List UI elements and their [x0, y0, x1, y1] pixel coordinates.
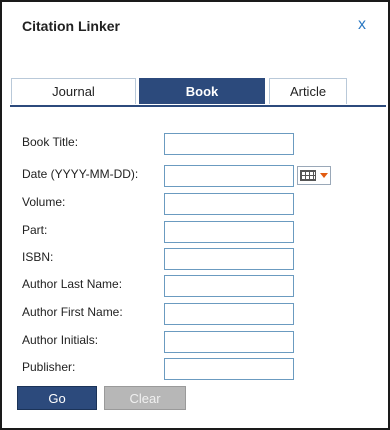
author-first-name-label: Author First Name:: [22, 305, 123, 319]
part-input[interactable]: [164, 221, 294, 243]
calendar-icon: [300, 170, 316, 181]
publisher-label: Publisher:: [22, 360, 76, 374]
book-title-input[interactable]: [164, 133, 294, 155]
part-label: Part:: [22, 223, 48, 237]
author-first-name-input[interactable]: [164, 303, 294, 325]
isbn-label: ISBN:: [22, 250, 54, 264]
calendar-picker-button[interactable]: [297, 166, 331, 185]
author-initials-input[interactable]: [164, 331, 294, 353]
form-row-date: Date (YYYY-MM-DD):: [22, 165, 362, 187]
dropdown-arrow-icon: [320, 173, 328, 178]
author-initials-label: Author Initials:: [22, 333, 99, 347]
date-input[interactable]: [164, 165, 294, 187]
form-row-volume: Volume:: [22, 193, 362, 215]
publisher-input[interactable]: [164, 358, 294, 380]
tab-journal[interactable]: Journal: [11, 78, 136, 104]
clear-button[interactable]: Clear: [104, 386, 186, 410]
form-row-book-title: Book Title:: [22, 133, 362, 155]
citation-linker-dialog: Citation Linker x Journal Book Article B…: [0, 0, 390, 430]
author-last-name-label: Author Last Name:: [22, 277, 123, 291]
author-last-name-input[interactable]: [164, 275, 294, 297]
form-row-author-first-name: Author First Name:: [22, 303, 362, 325]
go-button[interactable]: Go: [17, 386, 97, 410]
close-icon[interactable]: x: [358, 16, 366, 34]
tab-divider: [10, 105, 386, 107]
form-row-isbn: ISBN:: [22, 248, 362, 270]
form-row-author-last-name: Author Last Name:: [22, 275, 362, 297]
tab-article[interactable]: Article: [269, 78, 347, 104]
form-row-author-initials: Author Initials:: [22, 331, 362, 353]
book-title-label: Book Title:: [22, 135, 79, 149]
isbn-input[interactable]: [164, 248, 294, 270]
form-row-part: Part:: [22, 221, 362, 243]
volume-input[interactable]: [164, 193, 294, 215]
date-label: Date (YYYY-MM-DD):: [22, 167, 139, 181]
form-row-publisher: Publisher:: [22, 358, 362, 380]
dialog-title: Citation Linker: [22, 18, 121, 34]
volume-label: Volume:: [22, 195, 66, 209]
tab-book[interactable]: Book: [139, 78, 265, 104]
tab-bar: Journal Book Article: [10, 77, 386, 107]
